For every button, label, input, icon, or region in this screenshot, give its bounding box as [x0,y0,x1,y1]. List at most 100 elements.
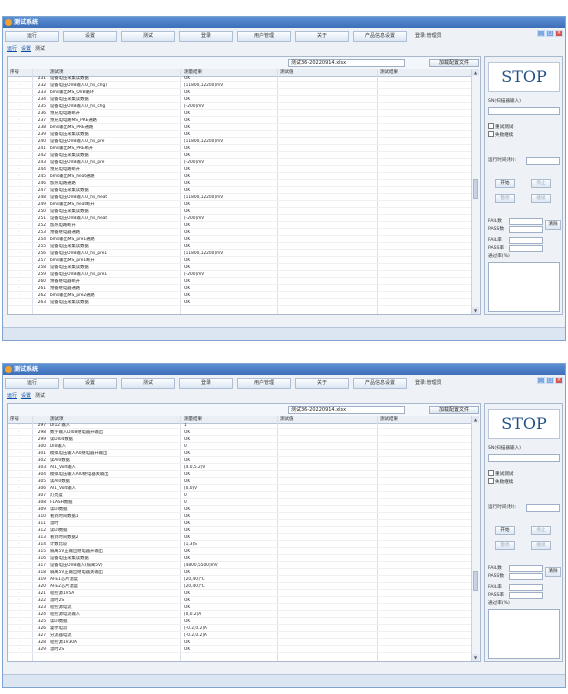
table-row[interactable]: · 319 AFE1芯片温度 [20,40]°C [8,577,474,583]
col-header-measure[interactable]: 测量结果 [184,69,202,76]
table-row[interactable]: · 321 程控源1V5A OK [8,591,474,597]
table-row[interactable]: · 300 DI0输入 0 [8,444,474,450]
start-button[interactable]: 开始 [495,526,515,535]
tab-test[interactable]: 测试 [35,392,45,401]
table-row[interactable]: · 259 设备电压OVB输入U_hs_pre1 [-200]mV [8,272,474,278]
table-row[interactable]: · 235 设备电压OVB输入U_hs_chg [-200]mV [8,104,474,110]
table-row[interactable]: · 251 设备电压OVB输入U_hs_heat [-200]mV [8,216,474,222]
table-row[interactable]: · 328 程控源1V30A OK [8,640,474,646]
table-row[interactable]: · 304 模拟电压输入AI0继电器关输出 OK [8,472,474,478]
file-name-field[interactable]: 测试36-20220914.xlsx [288,59,405,67]
pause-button[interactable]: 暂停 [495,541,515,550]
table-row[interactable]: · 310 看到时间数据1 OK [8,514,474,520]
clear-button[interactable]: 清除 [545,220,561,230]
menu-settings[interactable]: 设置 [63,378,117,389]
table-row[interactable]: · 307 灯亮度 0 [8,493,474,499]
table-row[interactable]: · 298 数字输入DI08继电器开输出 OK [8,430,474,436]
table-row[interactable]: · 314 计数比较 [1,3]S [8,542,474,548]
retest-checkbox[interactable]: 重试测试 [488,123,513,131]
tab-test[interactable]: 测试 [35,45,45,54]
table-row[interactable]: · 258 设备电压采集读数据 OK [8,265,474,271]
start-button[interactable]: 开始 [495,179,515,188]
table-row[interactable]: · 308 FLASH数据 0 [8,500,474,506]
tab-settings[interactable]: 设置 [21,392,31,401]
table-row[interactable]: · 245 bms输出MS_heat通路 OK [8,174,474,180]
table-row[interactable]: · 239 设备电压采集读数据 OK [8,132,474,138]
table-row[interactable]: · 243 设备电压OVB输入U_hs_pre [-200]mV [8,160,474,166]
table-row[interactable]: · 234 设备电压采集读数据 OK [8,97,474,103]
scroll-thumb[interactable] [473,571,478,591]
table-row[interactable]: · 257 bms输出MS_pre1断开 OK [8,258,474,264]
col-header-value[interactable]: 测试值 [280,69,294,76]
table-row[interactable]: · 231 设备电压采集读数据 OK [8,76,474,82]
log-box[interactable] [488,609,560,659]
table-row[interactable]: · 260 预备继电器断开 OK [8,279,474,285]
table-row[interactable]: · 303 AI1_Volt输入 [4.0,5.2]V [8,465,474,471]
table-row[interactable]: · 261 预备继电器通路 OK [8,286,474,292]
table-row[interactable]: · 316 设备电压采集读数据 OK [8,556,474,562]
table-row[interactable]: · 320 AFE2芯片温度 [20,40]°C [8,584,474,590]
scroll-up-icon[interactable]: ▲ [472,69,479,76]
grid-body[interactable]: · 297 DI12 输入 1 · 298 数字输入DI08继电器开输出 OK · 299 读DI0… [8,423,474,663]
menu-about[interactable]: 关于 [295,378,349,389]
table-row[interactable]: · 247 设备电压采集读数据 OK [8,188,474,194]
table-row[interactable]: · 305 读AI0数据 OK [8,479,474,485]
table-row[interactable]: · 297 DI12 输入 1 [8,423,474,429]
continue-on-fail-checkbox[interactable]: 失败继续 [488,478,513,486]
load-config-button[interactable]: 加载配置文件 [429,59,479,67]
resume-button[interactable]: 继续 [531,541,551,550]
table-row[interactable]: · 318 隔离5V正输出继电器关输出 OK [8,570,474,576]
table-row[interactable]: · 232 设备电压OVB输入U_hs_chg) [11800,12200]mV [8,83,474,89]
col-header-index[interactable]: 序号 [10,416,19,423]
table-row[interactable]: · 241 bms输出MS_PRE断开 OK [8,146,474,152]
table-row[interactable]: · 322 温时2S OK [8,598,474,604]
col-header-result[interactable]: 测试结果 [380,69,398,76]
menu-about[interactable]: 关于 [295,31,349,42]
menu-user-management[interactable]: 用户管理 [237,31,291,42]
file-name-field[interactable]: 测试36-20220914.xlsx [288,406,405,414]
table-row[interactable]: · 299 读DI04数据 OK [8,437,474,443]
table-row[interactable]: · 306 AI1_Volt输入 [0,0]V [8,486,474,492]
table-row[interactable]: · 246 加热电路通路 OK [8,181,474,187]
tab-run[interactable]: 运行 [7,45,17,54]
table-row[interactable]: · 249 bms输出MS_heat断开 OK [8,202,474,208]
table-row[interactable]: · 317 设备电压OVB输入(隔离5V) [4800,5500]mV [8,563,474,569]
menu-test[interactable]: 测试 [121,31,175,42]
menu-user-management[interactable]: 用户管理 [237,378,291,389]
continue-on-fail-checkbox[interactable]: 失败继续 [488,131,513,139]
table-row[interactable]: · 309 读DI数据 OK [8,507,474,513]
table-row[interactable]: · 326 霍尔电流 [-0.2,0.2]A [8,626,474,632]
table-row[interactable]: · 263 设备电压采集读数据 OK [8,300,474,306]
scroll-down-icon[interactable]: ▼ [472,654,479,661]
table-row[interactable]: · 254 bms输出MS_pre1通路 OK [8,237,474,243]
col-header-measure[interactable]: 测量结果 [184,416,202,423]
table-row[interactable]: · 248 设备电压OVB输入U_hs_heat [11800,12200]mV [8,195,474,201]
table-row[interactable]: · 323 程控源电流 OK [8,605,474,611]
table-row[interactable]: · 250 设备电压采集读数据 OK [8,209,474,215]
col-header-value[interactable]: 测试值 [280,416,294,423]
table-row[interactable]: · 312 读DI数据 OK [8,528,474,534]
col-header-result[interactable]: 测试结果 [380,416,398,423]
stop-button[interactable]: 停止 [531,179,551,188]
table-row[interactable]: · 253 预备继电器通路 OK [8,230,474,236]
menu-settings[interactable]: 设置 [63,31,117,42]
table-row[interactable]: · 256 设备电压OVB输入U_hs_pre1 [11800,12200]mV [8,251,474,257]
table-row[interactable]: · 302 读AI0数据 OK [8,458,474,464]
sn-input[interactable] [488,107,560,115]
table-row[interactable]: · 324 程控源电流输入 [0,0.2]A [8,612,474,618]
scroll-up-icon[interactable]: ▲ [472,416,479,423]
menu-test[interactable]: 测试 [121,378,175,389]
tab-run[interactable]: 运行 [7,392,17,401]
table-row[interactable]: · 252 加热电路断开 OK [8,223,474,229]
pause-button[interactable]: 暂停 [495,194,515,203]
menu-login[interactable]: 登录 [179,31,233,42]
table-row[interactable]: · 327 分流器电流 [-0.2,0.2]A [8,633,474,639]
table-row[interactable]: · 325 读DI数据 OK [8,619,474,625]
vertical-scrollbar[interactable]: ▲ ▼ [471,69,480,314]
stop-button[interactable]: 停止 [531,526,551,535]
menu-product-info[interactable]: 产品信息设置 [353,31,407,42]
col-header-item[interactable]: 测试项 [50,69,64,76]
table-row[interactable]: · 238 bms输出MS_PRE通路 OK [8,125,474,131]
table-row[interactable]: · 237 预充电电路MS_PRE通路 OK [8,118,474,124]
menu-run[interactable]: 运行 [5,31,59,42]
